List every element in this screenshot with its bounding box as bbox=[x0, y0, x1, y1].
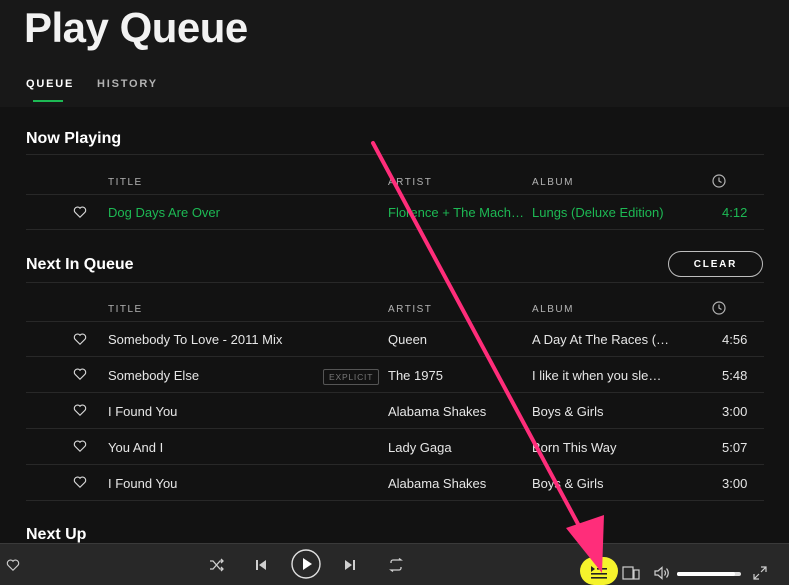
fullscreen-icon[interactable] bbox=[753, 566, 767, 580]
track-duration: 3:00 bbox=[722, 404, 748, 419]
track-album[interactable]: Boys & Girls bbox=[532, 476, 692, 491]
next-up-heading: Next Up bbox=[26, 526, 87, 543]
column-artist[interactable]: ARTIST bbox=[388, 304, 432, 315]
repeat-icon[interactable] bbox=[388, 558, 404, 572]
shuffle-icon[interactable] bbox=[209, 558, 225, 572]
play-icon bbox=[303, 558, 312, 570]
active-tab-indicator bbox=[33, 100, 63, 102]
divider bbox=[26, 356, 764, 357]
track-duration: 5:48 bbox=[722, 368, 748, 383]
track-album[interactable]: A Day At The Races (… bbox=[532, 332, 692, 347]
track-duration: 5:07 bbox=[722, 440, 748, 455]
volume-slider[interactable] bbox=[677, 572, 741, 576]
clock-icon[interactable] bbox=[712, 301, 726, 315]
divider bbox=[26, 464, 764, 465]
column-title[interactable]: TITLE bbox=[108, 177, 143, 188]
heart-icon[interactable] bbox=[73, 439, 87, 453]
column-artist[interactable]: ARTIST bbox=[388, 177, 432, 188]
track-title[interactable]: Somebody Else bbox=[108, 368, 308, 383]
track-title[interactable]: Somebody To Love - 2011 Mix bbox=[108, 332, 378, 347]
divider bbox=[26, 392, 764, 393]
page-title: Play Queue bbox=[24, 4, 248, 51]
divider bbox=[26, 500, 764, 501]
next-track-icon[interactable] bbox=[344, 558, 356, 572]
track-title[interactable]: I Found You bbox=[108, 404, 378, 419]
next-in-queue-heading: Next In Queue bbox=[26, 256, 134, 273]
divider bbox=[26, 229, 764, 230]
heart-icon[interactable] bbox=[73, 367, 87, 381]
divider bbox=[26, 154, 764, 155]
devices-icon[interactable] bbox=[622, 566, 640, 580]
divider bbox=[26, 428, 764, 429]
now-playing-heading: Now Playing bbox=[26, 130, 122, 147]
track-artist[interactable]: The 1975 bbox=[388, 368, 526, 383]
track-duration: 3:00 bbox=[722, 476, 748, 491]
track-duration: 4:56 bbox=[722, 332, 748, 347]
clear-queue-button[interactable]: CLEAR bbox=[668, 251, 763, 277]
track-title[interactable]: Dog Days Are Over bbox=[108, 205, 378, 220]
volume-icon[interactable] bbox=[654, 566, 670, 580]
track-album[interactable]: I like it when you sle… bbox=[532, 368, 692, 383]
track-album[interactable]: Lungs (Deluxe Edition) bbox=[532, 205, 692, 220]
heart-icon[interactable] bbox=[73, 403, 87, 417]
previous-track-icon[interactable] bbox=[255, 558, 267, 572]
column-album[interactable]: ALBUM bbox=[532, 304, 574, 315]
clock-icon[interactable] bbox=[712, 174, 726, 188]
volume-level bbox=[677, 572, 735, 576]
divider bbox=[26, 282, 764, 283]
divider bbox=[26, 194, 764, 195]
track-duration: 4:12 bbox=[722, 205, 748, 220]
heart-icon[interactable] bbox=[73, 332, 87, 346]
track-artist[interactable]: Queen bbox=[388, 332, 526, 347]
explicit-badge: EXPLICIT bbox=[323, 369, 380, 385]
track-artist[interactable]: Alabama Shakes bbox=[388, 476, 526, 491]
divider bbox=[26, 321, 764, 322]
column-title[interactable]: TITLE bbox=[108, 304, 143, 315]
queue-icon[interactable] bbox=[590, 565, 608, 579]
column-album[interactable]: ALBUM bbox=[532, 177, 574, 188]
track-album[interactable]: Born This Way bbox=[532, 440, 692, 455]
track-title[interactable]: You And I bbox=[108, 440, 378, 455]
track-album[interactable]: Boys & Girls bbox=[532, 404, 692, 419]
track-artist[interactable]: Lady Gaga bbox=[388, 440, 526, 455]
track-artist[interactable]: Florence + The Mach… bbox=[388, 205, 526, 220]
heart-icon[interactable] bbox=[73, 205, 87, 219]
track-artist[interactable]: Alabama Shakes bbox=[388, 404, 526, 419]
track-title[interactable]: I Found You bbox=[108, 476, 378, 491]
heart-icon[interactable] bbox=[6, 558, 20, 572]
play-button[interactable] bbox=[291, 549, 321, 579]
tab-queue[interactable]: QUEUE bbox=[26, 78, 74, 90]
heart-icon[interactable] bbox=[73, 475, 87, 489]
tab-history[interactable]: HISTORY bbox=[97, 78, 158, 90]
